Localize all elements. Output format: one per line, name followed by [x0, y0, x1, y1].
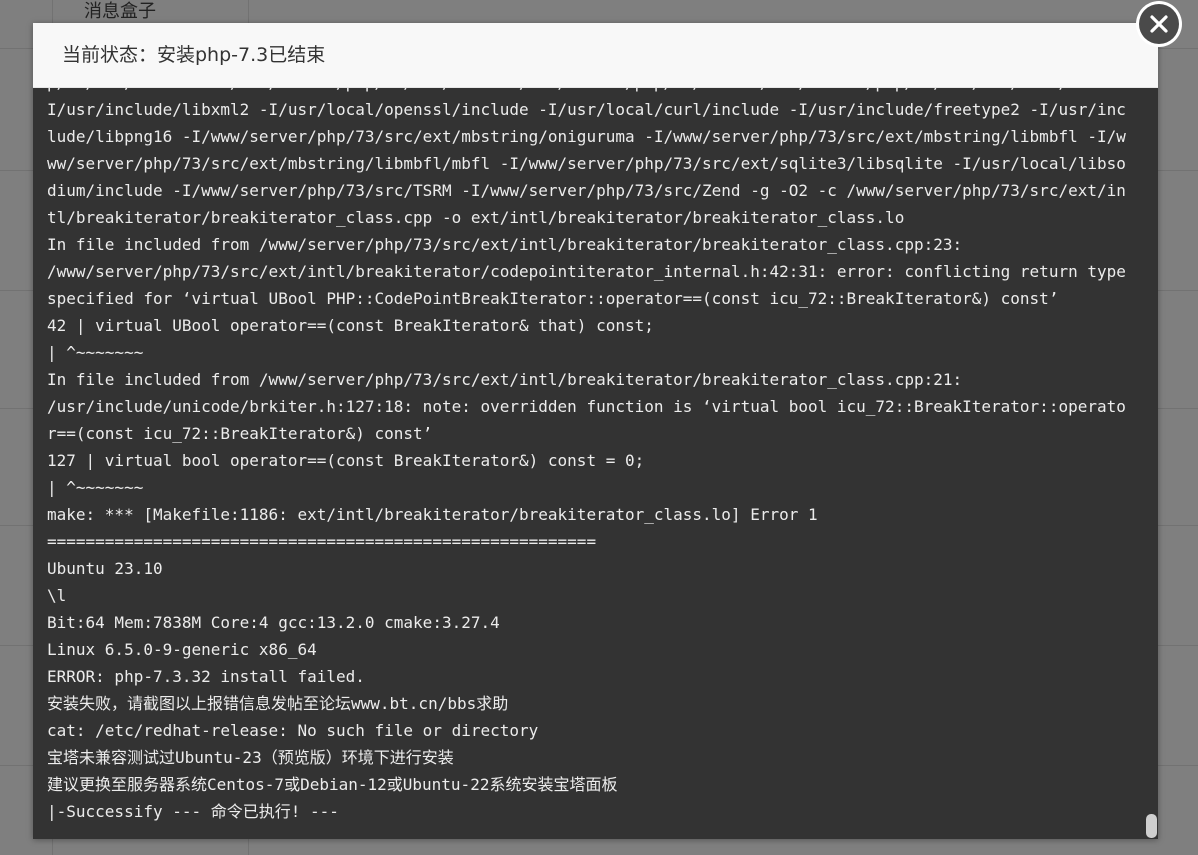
log-line: cat: /etc/redhat-release: No such file o… [47, 721, 539, 740]
log-line: ERROR: php-7.3.32 install failed. [47, 667, 365, 686]
log-line: Linux 6.5.0-9-generic x86_64 [47, 640, 317, 659]
log-line: 安装失败，请截图以上报错信息发帖至论坛www.bt.cn/bbs求助 [47, 694, 509, 713]
log-line: p/73/src/include -I/www/server/php/73/sr… [47, 88, 1126, 227]
log-line: /www/server/php/73/src/ext/intl/breakite… [47, 262, 1136, 308]
close-button[interactable] [1136, 1, 1182, 47]
log-line: ========================================… [47, 532, 597, 551]
log-line: Bit:64 Mem:7838M Core:4 gcc:13.2.0 cmake… [47, 613, 500, 632]
log-line: 42 | virtual UBool operator==(const Brea… [47, 316, 654, 335]
log-line: | ^~~~~~~~ [47, 343, 144, 362]
install-log-dialog: 当前状态：安装php-7.3已结束 p/73/src/include -I/ww… [33, 23, 1158, 839]
log-line: 宝塔未兼容测试过Ubuntu-23（预览版）环境下进行安装 [47, 748, 454, 767]
log-line: \l [47, 586, 67, 605]
log-line: | ^~~~~~~~ [47, 478, 144, 497]
log-line: 建议更换至服务器系统Centos-7或Debian-12或Ubuntu-22系统… [47, 775, 618, 794]
log-line: 127 | virtual bool operator==(const Brea… [47, 451, 645, 470]
dialog-title: 当前状态：安装php-7.3已结束 [62, 44, 326, 66]
log-line: In file included from /www/server/php/73… [47, 370, 963, 389]
log-line: |-Successify --- 命令已执行! --- [47, 802, 339, 821]
log-line: In file included from /www/server/php/73… [47, 235, 963, 254]
log-line: make: *** [Makefile:1186: ext/intl/break… [47, 505, 818, 524]
log-line: /usr/include/unicode/brkiter.h:127:18: n… [47, 397, 1126, 443]
close-icon [1139, 4, 1179, 44]
terminal-log[interactable]: p/73/src/include -I/www/server/php/73/sr… [33, 88, 1143, 839]
dialog-header: 当前状态：安装php-7.3已结束 [33, 23, 1158, 88]
scrollbar-thumb[interactable] [1146, 814, 1157, 838]
terminal-log-content: p/73/src/include -I/www/server/php/73/sr… [47, 88, 1129, 825]
log-line: Ubuntu 23.10 [47, 559, 163, 578]
log-scrollbar[interactable] [1145, 88, 1158, 839]
